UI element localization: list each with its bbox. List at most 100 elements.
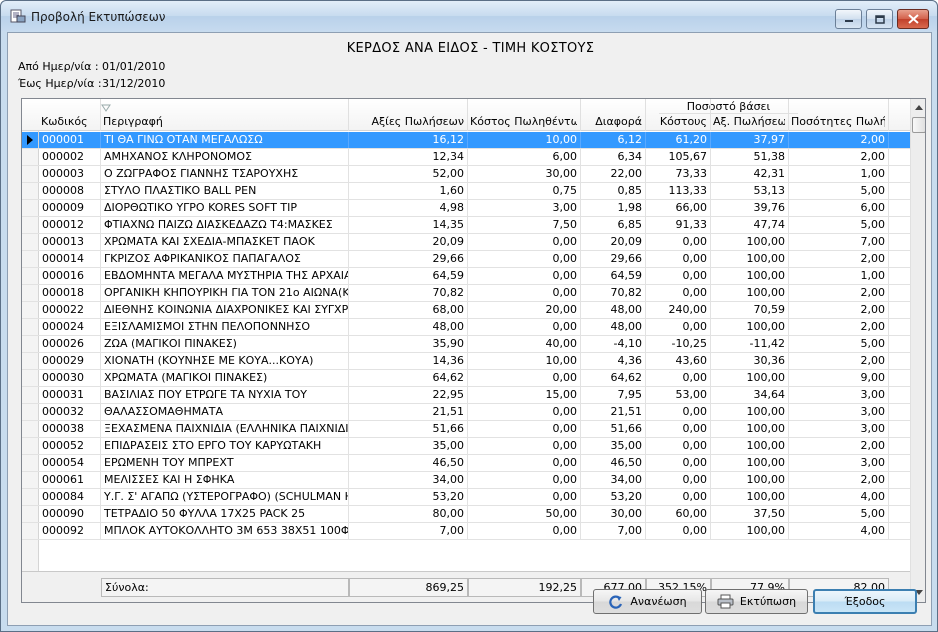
cell-sales[interactable]: 80,00	[349, 506, 468, 522]
cell-difference[interactable]: 6,34	[581, 149, 646, 165]
row-indicator[interactable]	[22, 472, 39, 488]
cell-code[interactable]: 000061	[39, 472, 101, 488]
row-indicator[interactable]	[22, 200, 39, 216]
cell-quantity[interactable]: 4,00	[789, 523, 889, 539]
table-row[interactable]: 000024 ΕΞΙΣΛΑΜΙΣΜΟΙ ΣΤΗΝ ΠΕΛΟΠΟΝΝΗΣΟ 48,00…	[22, 319, 910, 336]
row-indicator[interactable]	[22, 183, 39, 199]
cell-pct-sales[interactable]: 30,36	[711, 353, 789, 369]
cell-quantity[interactable]: 2,00	[789, 319, 889, 335]
cell-quantity[interactable]: 9,00	[789, 370, 889, 386]
table-row[interactable]: 000030 ΧΡΩΜΑΤΑ (ΜΑΓΙΚΟΙ ΠΙΝΑΚΕΣ) 64,62 0,00…	[22, 370, 910, 387]
cell-sales[interactable]: 51,66	[349, 421, 468, 437]
cell-difference[interactable]: 64,59	[581, 268, 646, 284]
cell-pct-cost[interactable]: 0,00	[646, 285, 711, 301]
table-row[interactable]: 000008 ΣΤΥΛΟ ΠΛΑΣΤΙΚΟ BALL PEN 1,60 0,75 0,8…	[22, 183, 910, 200]
cell-difference[interactable]: 34,00	[581, 472, 646, 488]
cell-pct-sales[interactable]: 70,59	[711, 302, 789, 318]
scroll-thumb[interactable]	[912, 117, 925, 133]
cell-quantity[interactable]: 2,00	[789, 472, 889, 488]
minimize-button[interactable]	[835, 9, 862, 29]
table-row[interactable]: 000014 ΓΚΡΙΖΟΣ ΑΦΡΙΚΑΝΙΚΟΣ ΠΑΠΑΓΑΛΟΣ 29,66…	[22, 251, 910, 268]
cell-difference[interactable]: 51,66	[581, 421, 646, 437]
table-row[interactable]: 000009 ΔΙΟΡΘΩΤΙΚΟ ΥΓΡΟ KORES SOFT TIP 4,98…	[22, 200, 910, 217]
cell-pct-cost[interactable]: 0,00	[646, 268, 711, 284]
cell-cost[interactable]: 0,00	[468, 370, 581, 386]
title-bar[interactable]: Προβολή Εκτυπώσεων	[1, 1, 937, 31]
cell-description[interactable]: Ο ΖΩΓΡΑΦΟΣ ΓΙΑΝΝΗΣ ΤΣΑΡΟΥΧΗΣ	[101, 166, 349, 182]
row-indicator[interactable]	[22, 387, 39, 403]
row-indicator[interactable]	[22, 234, 39, 250]
cell-difference[interactable]: 4,36	[581, 353, 646, 369]
table-row[interactable]: 000002 ΑΜΗΧΑΝΟΣ ΚΛΗΡΟΝΟΜΟΣ 12,34 6,00 6,34 10…	[22, 149, 910, 166]
cell-sales[interactable]: 20,09	[349, 234, 468, 250]
cell-pct-cost[interactable]: -10,25	[646, 336, 711, 352]
cell-sales[interactable]: 14,36	[349, 353, 468, 369]
cell-code[interactable]: 000084	[39, 489, 101, 505]
table-row[interactable]: 000013 ΧΡΩΜΑΤΑ ΚΑΙ ΣΧΕΔΙΑ-ΜΠΑΣΚΕΤ ΠΑΟΚ 20,…	[22, 234, 910, 251]
cell-pct-cost[interactable]: 53,00	[646, 387, 711, 403]
cell-code[interactable]: 000012	[39, 217, 101, 233]
cell-pct-sales[interactable]: 39,76	[711, 200, 789, 216]
cell-pct-cost[interactable]: 113,33	[646, 183, 711, 199]
cell-description[interactable]: ΕΠΙΔΡΑΣΕΙΣ ΣΤΟ ΕΡΓΟ ΤΟΥ ΚΑΡΥΩΤΑΚΗ	[101, 438, 349, 454]
cell-description[interactable]: ΧΡΩΜΑΤΑ ΚΑΙ ΣΧΕΔΙΑ-ΜΠΑΣΚΕΤ ΠΑΟΚ	[101, 234, 349, 250]
cell-sales[interactable]: 68,00	[349, 302, 468, 318]
cell-pct-sales[interactable]: 100,00	[711, 370, 789, 386]
cell-sales[interactable]: 64,62	[349, 370, 468, 386]
cell-pct-sales[interactable]: 100,00	[711, 234, 789, 250]
table-row[interactable]: 000022 ΔΙΕΘΝΗΣ ΚΟΙΝΩΝΙΑ ΔΙΑΧΡΟΝΙΚΕΣ ΚΑΙ Σ…	[22, 302, 910, 319]
cell-difference[interactable]: 7,00	[581, 523, 646, 539]
col-header-pct-sales[interactable]: Αξ. Πωλήσεων	[711, 99, 789, 131]
table-row[interactable]: 000092 ΜΠΛΟΚ ΑΥΤΟΚΟΛΛΗΤΟ 3M 653 38X51 100…	[22, 523, 910, 540]
cell-cost[interactable]: 3,00	[468, 200, 581, 216]
cell-sales[interactable]: 7,00	[349, 523, 468, 539]
row-indicator[interactable]	[22, 370, 39, 386]
cell-sales[interactable]: 4,98	[349, 200, 468, 216]
row-indicator[interactable]	[22, 353, 39, 369]
cell-difference[interactable]: 1,98	[581, 200, 646, 216]
table-row[interactable]: 000084 Υ.Γ. Σ' ΑΓΑΠΩ (ΥΣΤΕΡΟΓΡΑΦΟ) (SCHUL…	[22, 489, 910, 506]
cell-difference[interactable]: 21,51	[581, 404, 646, 420]
cell-pct-sales[interactable]: 34,64	[711, 387, 789, 403]
cell-description[interactable]: ΤΙ ΘΑ ΓΙΝΩ ΟΤΑΝ ΜΕΓΑΛΩΣΩ	[101, 132, 349, 148]
cell-description[interactable]: ΖΩΑ (ΜΑΓΙΚΟΙ ΠΙΝΑΚΕΣ)	[101, 336, 349, 352]
cell-difference[interactable]: 30,00	[581, 506, 646, 522]
cell-sales[interactable]: 34,00	[349, 472, 468, 488]
cell-sales[interactable]: 12,34	[349, 149, 468, 165]
cell-description[interactable]: ΓΚΡΙΖΟΣ ΑΦΡΙΚΑΝΙΚΟΣ ΠΑΠΑΓΑΛΟΣ	[101, 251, 349, 267]
col-header-pct-cost[interactable]: Κόστους	[646, 99, 711, 131]
cell-description[interactable]: ΕΞΙΣΛΑΜΙΣΜΟΙ ΣΤΗΝ ΠΕΛΟΠΟΝΝΗΣΟ	[101, 319, 349, 335]
cell-pct-cost[interactable]: 0,00	[646, 455, 711, 471]
cell-difference[interactable]: 29,66	[581, 251, 646, 267]
cell-pct-sales[interactable]: 100,00	[711, 438, 789, 454]
cell-pct-cost[interactable]: 61,20	[646, 132, 711, 148]
cell-sales[interactable]: 70,82	[349, 285, 468, 301]
current-row-arrow-icon[interactable]	[22, 132, 39, 148]
cell-quantity[interactable]: 2,00	[789, 438, 889, 454]
cell-pct-sales[interactable]: 100,00	[711, 285, 789, 301]
col-header-cost[interactable]: Κόστος Πωληθέντων	[468, 99, 581, 131]
cell-quantity[interactable]: 7,00	[789, 234, 889, 250]
cell-cost[interactable]: 0,00	[468, 285, 581, 301]
cell-description[interactable]: ΑΜΗΧΑΝΟΣ ΚΛΗΡΟΝΟΜΟΣ	[101, 149, 349, 165]
cell-description[interactable]: ΕΡΩΜΕΝΗ ΤΟΥ ΜΠΡΕΧΤ	[101, 455, 349, 471]
cell-description[interactable]: ΘΑΛΑΣΣΟΜΑΘΗΜΑΤΑ	[101, 404, 349, 420]
cell-quantity[interactable]: 5,00	[789, 183, 889, 199]
cell-code[interactable]: 000092	[39, 523, 101, 539]
cell-code[interactable]: 000016	[39, 268, 101, 284]
cell-quantity[interactable]: 3,00	[789, 421, 889, 437]
cell-description[interactable]: ΕΒΔΟΜΗΝΤΑ ΜΕΓΑΛΑ ΜΥΣΤΗΡΙΑ ΤΗΣ ΑΡΧΑΙΑΣ ΑΙ	[101, 268, 349, 284]
cell-description[interactable]: ΦΤΙΑΧΝΩ ΠΑΙΖΩ ΔΙΑΣΚΕΔΑΖΩ Τ4:ΜΑΣΚΕΣ	[101, 217, 349, 233]
cell-pct-cost[interactable]: 105,67	[646, 149, 711, 165]
cell-cost[interactable]: 7,50	[468, 217, 581, 233]
cell-pct-sales[interactable]: 100,00	[711, 455, 789, 471]
cell-code[interactable]: 000029	[39, 353, 101, 369]
row-indicator[interactable]	[22, 302, 39, 318]
cell-pct-cost[interactable]: 0,00	[646, 489, 711, 505]
table-row[interactable]: 000016 ΕΒΔΟΜΗΝΤΑ ΜΕΓΑΛΑ ΜΥΣΤΗΡΙΑ ΤΗΣ ΑΡΧΑ…	[22, 268, 910, 285]
cell-description[interactable]: ΤΕΤΡΑΔΙΟ 50 ΦΥΛΛΑ 17Χ25 PACK 25	[101, 506, 349, 522]
cell-sales[interactable]: 1,60	[349, 183, 468, 199]
table-row[interactable]: 000018 ΟΡΓΑΝΙΚΗ ΚΗΠΟΥΡΙΚΗ ΓΙΑ ΤΟΝ 21ο ΑΙΩ…	[22, 285, 910, 302]
table-row[interactable]: 000001 ΤΙ ΘΑ ΓΙΝΩ ΟΤΑΝ ΜΕΓΑΛΩΣΩ 16,12 10,00…	[22, 132, 910, 149]
cell-pct-cost[interactable]: 0,00	[646, 438, 711, 454]
